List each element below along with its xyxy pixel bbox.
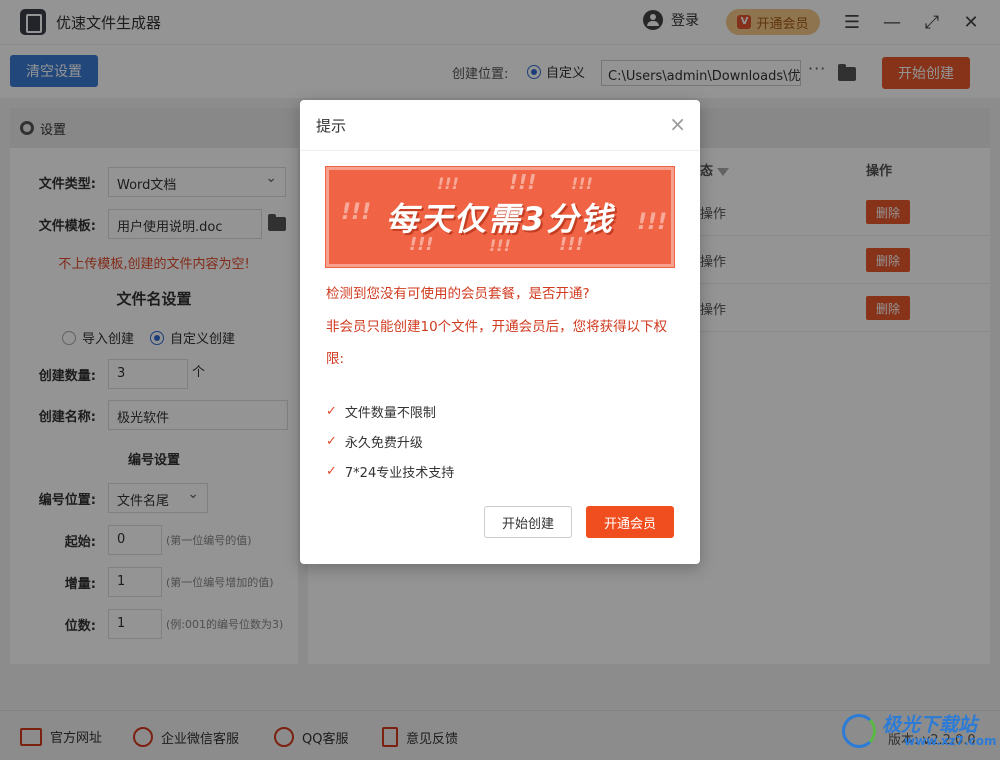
- banner-decoration: !!!: [341, 200, 372, 225]
- banner-decoration: !!!: [437, 174, 459, 193]
- dialog-vip-button[interactable]: 开通会员: [586, 506, 674, 538]
- perk-label: 7*24专业技术支持: [344, 466, 455, 481]
- watermark-logo-icon: [842, 714, 876, 748]
- banner-decoration: !!!: [637, 210, 668, 235]
- watermark-text: 极光下载站: [882, 714, 978, 736]
- check-icon: ✓: [326, 434, 337, 449]
- watermark: 极光下载站 www.xz7.com: [842, 708, 997, 754]
- dialog-divider: [300, 150, 700, 151]
- dialog-start-button[interactable]: 开始创建: [484, 506, 572, 538]
- banner-decoration: !!!: [509, 170, 537, 194]
- banner-text: 每天仅需3分钱: [385, 200, 615, 238]
- close-icon[interactable]: ×: [669, 112, 686, 136]
- banner-decoration: !!!: [571, 174, 593, 193]
- dialog-title: 提示: [316, 117, 347, 135]
- perk-item: ✓ 文件数量不限制: [326, 402, 436, 421]
- perk-item: ✓ 永久免费升级: [326, 432, 423, 451]
- perk-label: 文件数量不限制: [344, 406, 436, 421]
- membership-dialog: 提示 × !!! !!! !!! !!! !!! !!! !!! !!! 每天仅…: [300, 100, 700, 564]
- dialog-message-2: 非会员只能创建10个文件，开通会员后，您将获得以下权限:: [326, 319, 668, 367]
- dialog-message-1: 检测到您没有可使用的会员套餐，是否开通?: [326, 286, 590, 302]
- watermark-url: www.xz7.com: [904, 734, 997, 748]
- perk-label: 永久免费升级: [344, 436, 423, 451]
- check-icon: ✓: [326, 404, 337, 419]
- perk-item: ✓ 7*24专业技术支持: [326, 462, 454, 481]
- check-icon: ✓: [326, 464, 337, 479]
- promo-banner: !!! !!! !!! !!! !!! !!! !!! !!! 每天仅需3分钱: [325, 166, 675, 268]
